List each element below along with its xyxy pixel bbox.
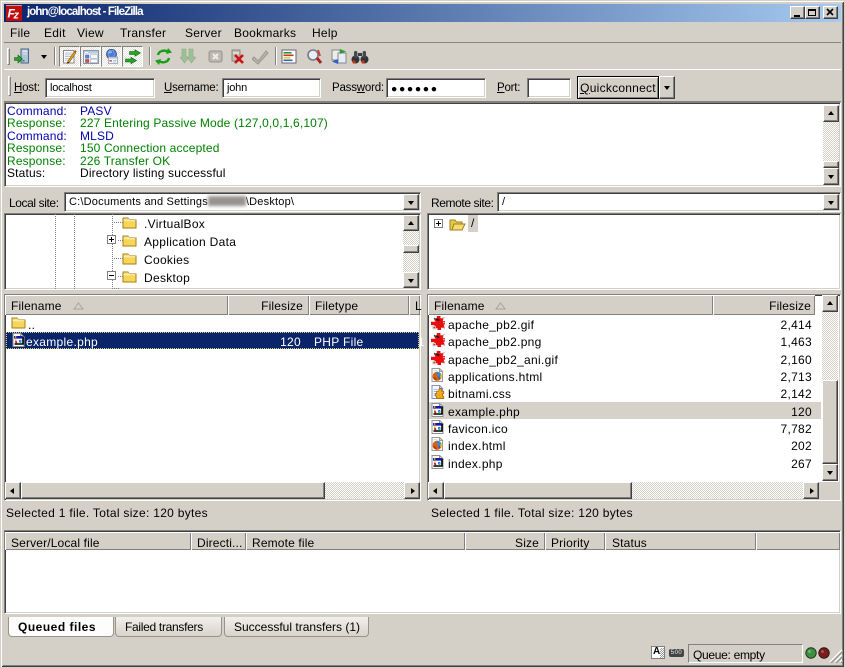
- svg-text:z: z: [13, 10, 20, 22]
